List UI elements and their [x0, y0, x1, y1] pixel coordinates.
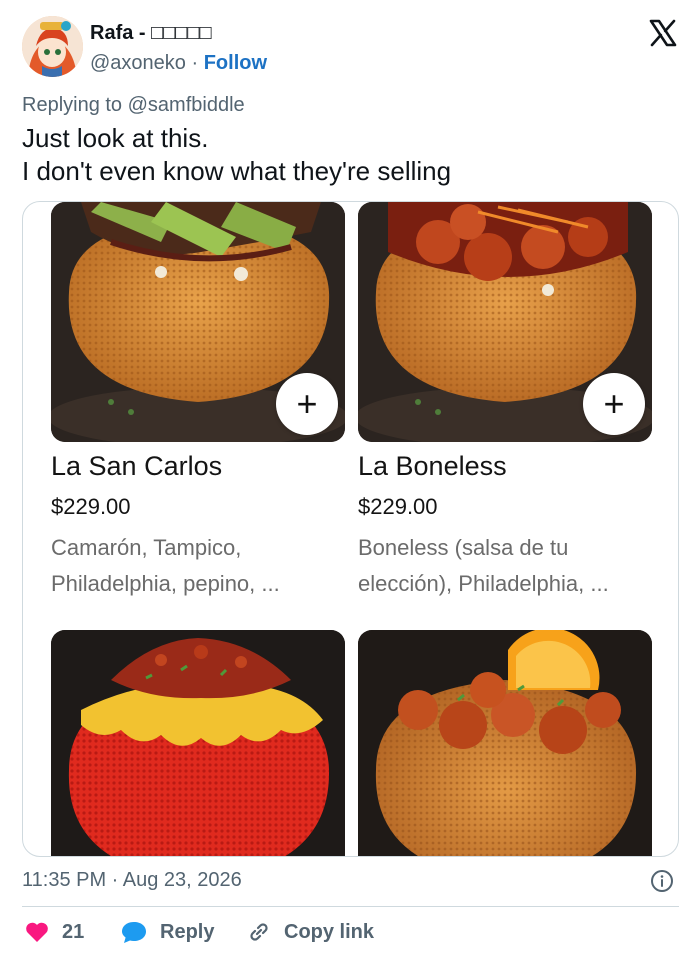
info-icon[interactable] — [650, 869, 674, 893]
menu-item-description: Camarón, Tampico, Philadelphia, pepino, … — [51, 530, 351, 602]
tweet-header: Rafa - □□□□□ @axoneko · Follow — [22, 16, 682, 78]
menu-item-photo — [51, 630, 345, 856]
follow-button[interactable]: Follow — [204, 52, 267, 74]
action-bar: 21 Reply Copy link — [22, 918, 679, 946]
menu-item-price: $229.00 — [358, 494, 438, 519]
user-handle[interactable]: @axoneko — [90, 52, 186, 74]
tweet-text-line: Just look at this. — [22, 123, 209, 153]
menu-item-photo — [358, 630, 652, 856]
copy-link-label: Copy link — [284, 920, 375, 943]
copy-link-button[interactable]: Copy link — [246, 918, 374, 946]
name-block: Rafa - □□□□□ @axoneko · Follow — [90, 20, 267, 76]
display-name[interactable]: Rafa - □□□□□ — [90, 20, 267, 46]
reply-label: Reply — [160, 920, 215, 943]
user-avatar[interactable] — [22, 16, 83, 77]
like-button[interactable]: 21 — [24, 918, 84, 946]
add-item-button[interactable]: + — [583, 373, 645, 435]
description-line: Philadelphia, pepino, ... — [51, 571, 280, 596]
description-line: Boneless (salsa de tu — [358, 535, 569, 560]
x-logo-icon[interactable] — [648, 18, 678, 48]
attached-image[interactable]: + La San Carlos $229.00 Camarón, Tampico… — [22, 201, 679, 857]
menu-item-title[interactable]: La San Carlos — [51, 449, 222, 483]
like-count: 21 — [62, 920, 85, 943]
replying-to[interactable]: Replying to @samfbiddle — [22, 92, 245, 118]
separator-dot: · — [185, 52, 204, 74]
menu-item-title[interactable]: La Boneless — [358, 449, 507, 483]
tweet-text: Just look at this. I don't even know wha… — [22, 122, 672, 188]
tweet-text-line: I don't even know what they're selling — [22, 156, 452, 186]
tweet-timestamp[interactable]: 11:35 PM · Aug 23, 2026 — [22, 867, 242, 893]
menu-item-description: Boneless (salsa de tu elección), Philade… — [358, 530, 658, 602]
menu-item-price: $229.00 — [51, 494, 131, 519]
reply-button[interactable]: Reply — [120, 918, 214, 946]
description-line: Camarón, Tampico, — [51, 535, 242, 560]
add-item-button[interactable]: + — [276, 373, 338, 435]
speech-bubble-icon — [122, 922, 146, 943]
divider — [22, 906, 679, 907]
handle-row: @axoneko · Follow — [90, 50, 267, 76]
heart-icon — [26, 922, 48, 942]
description-line: elección), Philadelphia, ... — [358, 571, 609, 596]
link-icon — [250, 923, 268, 941]
